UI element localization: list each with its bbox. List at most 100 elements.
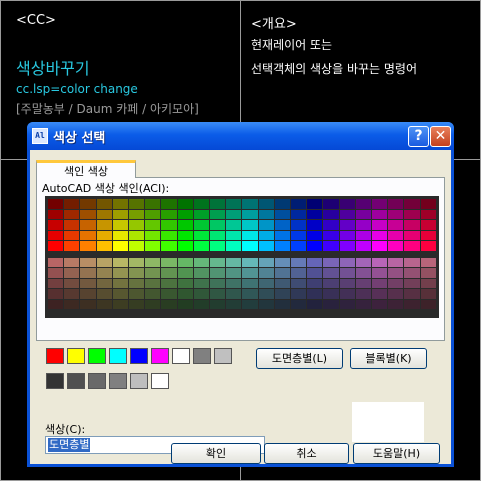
aci-swatch[interactable] xyxy=(112,220,128,230)
aci-swatch[interactable] xyxy=(420,299,436,309)
aci-swatch[interactable] xyxy=(274,220,290,230)
aci-swatch[interactable] xyxy=(307,299,323,309)
aci-swatch[interactable] xyxy=(291,199,307,209)
aci-swatch[interactable] xyxy=(80,257,96,267)
aci-swatch[interactable] xyxy=(80,241,96,251)
aci-swatch[interactable] xyxy=(96,257,112,267)
aci-swatch[interactable] xyxy=(274,230,290,240)
aci-swatch[interactable] xyxy=(355,278,371,288)
aci-swatch[interactable] xyxy=(161,220,177,230)
gray-color-swatch[interactable] xyxy=(88,373,106,389)
aci-swatch[interactable] xyxy=(226,241,242,251)
ok-button[interactable]: 확인 xyxy=(171,443,261,464)
aci-swatch[interactable] xyxy=(80,278,96,288)
aci-swatch[interactable] xyxy=(258,220,274,230)
aci-swatch[interactable] xyxy=(388,220,404,230)
aci-swatch[interactable] xyxy=(242,278,258,288)
aci-swatch[interactable] xyxy=(145,268,161,278)
aci-swatch[interactable] xyxy=(193,268,209,278)
aci-swatch[interactable] xyxy=(64,278,80,288)
aci-swatch[interactable] xyxy=(64,199,80,209)
aci-swatch[interactable] xyxy=(226,199,242,209)
aci-swatch[interactable] xyxy=(274,199,290,209)
aci-swatch[interactable] xyxy=(355,268,371,278)
aci-swatch[interactable] xyxy=(339,230,355,240)
aci-swatch[interactable] xyxy=(355,241,371,251)
aci-swatch[interactable] xyxy=(145,241,161,251)
aci-swatch[interactable] xyxy=(64,230,80,240)
aci-swatch[interactable] xyxy=(372,257,388,267)
aci-swatch[interactable] xyxy=(112,268,128,278)
aci-swatch[interactable] xyxy=(291,209,307,219)
standard-color-swatch[interactable] xyxy=(130,348,148,364)
aci-swatch[interactable] xyxy=(307,241,323,251)
aci-swatch[interactable] xyxy=(323,209,339,219)
aci-swatch[interactable] xyxy=(404,220,420,230)
aci-swatch[interactable] xyxy=(388,199,404,209)
aci-swatch[interactable] xyxy=(129,278,145,288)
aci-swatch[interactable] xyxy=(307,278,323,288)
aci-swatch[interactable] xyxy=(129,299,145,309)
aci-swatch[interactable] xyxy=(307,230,323,240)
aci-swatch[interactable] xyxy=(177,289,193,299)
aci-swatch[interactable] xyxy=(388,230,404,240)
aci-swatch[interactable] xyxy=(420,199,436,209)
aci-swatch[interactable] xyxy=(112,230,128,240)
aci-swatch[interactable] xyxy=(210,268,226,278)
aci-swatch[interactable] xyxy=(372,209,388,219)
aci-swatch[interactable] xyxy=(226,257,242,267)
aci-swatch[interactable] xyxy=(161,257,177,267)
aci-swatch[interactable] xyxy=(129,209,145,219)
aci-swatch[interactable] xyxy=(258,257,274,267)
aci-swatch[interactable] xyxy=(80,299,96,309)
aci-swatch[interactable] xyxy=(161,199,177,209)
aci-swatch[interactable] xyxy=(129,268,145,278)
aci-swatch[interactable] xyxy=(64,241,80,251)
aci-swatch[interactable] xyxy=(420,220,436,230)
aci-swatch[interactable] xyxy=(258,299,274,309)
aci-swatch[interactable] xyxy=(420,241,436,251)
aci-swatch[interactable] xyxy=(307,257,323,267)
aci-swatch[interactable] xyxy=(129,230,145,240)
aci-swatch[interactable] xyxy=(355,230,371,240)
aci-swatch[interactable] xyxy=(258,289,274,299)
aci-swatch[interactable] xyxy=(388,268,404,278)
aci-swatch[interactable] xyxy=(388,299,404,309)
aci-swatch[interactable] xyxy=(355,220,371,230)
aci-swatch[interactable] xyxy=(226,209,242,219)
standard-color-swatch[interactable] xyxy=(67,348,85,364)
aci-swatch[interactable] xyxy=(339,289,355,299)
aci-swatch[interactable] xyxy=(404,299,420,309)
aci-swatch[interactable] xyxy=(193,241,209,251)
aci-swatch[interactable] xyxy=(355,209,371,219)
aci-swatch[interactable] xyxy=(96,230,112,240)
standard-color-swatch[interactable] xyxy=(214,348,232,364)
aci-swatch[interactable] xyxy=(96,268,112,278)
aci-swatch[interactable] xyxy=(404,241,420,251)
dialog-titlebar[interactable]: Al 색상 선택 ? ✕ xyxy=(27,122,454,150)
aci-swatch[interactable] xyxy=(372,220,388,230)
aci-swatch[interactable] xyxy=(404,289,420,299)
aci-swatch[interactable] xyxy=(404,230,420,240)
aci-swatch[interactable] xyxy=(129,289,145,299)
aci-swatch[interactable] xyxy=(161,289,177,299)
aci-swatch[interactable] xyxy=(291,220,307,230)
aci-swatch[interactable] xyxy=(177,299,193,309)
aci-swatch[interactable] xyxy=(48,299,64,309)
aci-swatch[interactable] xyxy=(242,268,258,278)
aci-swatch[interactable] xyxy=(388,257,404,267)
aci-swatch[interactable] xyxy=(372,289,388,299)
aci-swatch[interactable] xyxy=(112,299,128,309)
aci-swatch[interactable] xyxy=(210,299,226,309)
aci-swatch[interactable] xyxy=(177,241,193,251)
aci-swatch[interactable] xyxy=(161,299,177,309)
aci-swatch[interactable] xyxy=(193,278,209,288)
aci-swatch[interactable] xyxy=(48,199,64,209)
aci-swatch[interactable] xyxy=(112,289,128,299)
aci-swatch[interactable] xyxy=(64,289,80,299)
aci-swatch[interactable] xyxy=(129,199,145,209)
help-button[interactable]: 도움말(H) xyxy=(353,443,440,464)
byblock-button[interactable]: 블록별(K) xyxy=(350,348,427,369)
aci-swatch[interactable] xyxy=(323,268,339,278)
aci-swatch[interactable] xyxy=(145,230,161,240)
